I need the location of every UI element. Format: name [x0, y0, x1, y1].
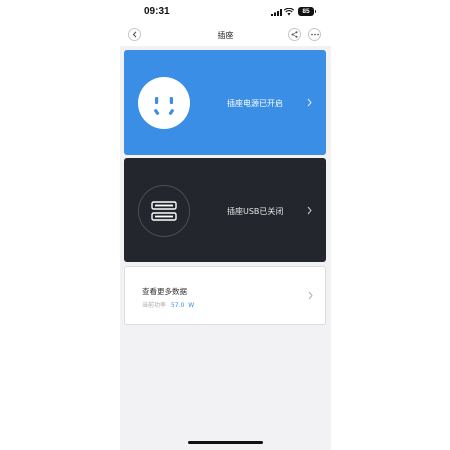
current-power-label: 当前功率	[142, 302, 167, 309]
usb-card[interactable]: 插座USB已关闭	[124, 158, 326, 262]
share-button[interactable]	[288, 28, 301, 41]
battery-icon: 85	[298, 7, 316, 16]
usb-status-label: 插座USB已关闭	[227, 207, 284, 216]
power-socket-icon	[138, 77, 190, 129]
chevron-right-icon	[307, 206, 312, 215]
more-button[interactable]	[308, 28, 321, 41]
current-power-unit: W	[188, 302, 195, 309]
home-indicator[interactable]	[188, 441, 263, 444]
status-time: 09:31	[144, 6, 170, 17]
chevron-right-icon	[308, 291, 313, 300]
usb-port-icon	[138, 185, 190, 237]
power-card[interactable]: 插座电源已开启	[124, 50, 326, 155]
more-data-title: 查看更多数据	[142, 287, 187, 296]
more-data-card[interactable]: 查看更多数据 当前功率 57.0 W	[124, 266, 326, 325]
nav-bar: 插座	[120, 24, 331, 46]
wifi-icon	[284, 8, 294, 16]
app-screen: 09:31 85 插座 插座电源已开启 插座USB已关闭 查看更多数据 当前功率…	[120, 0, 331, 450]
status-bar: 09:31 85	[120, 0, 331, 24]
more-dots-icon	[310, 33, 319, 36]
power-status-label: 插座电源已开启	[227, 99, 283, 108]
current-power-row: 当前功率 57.0 W	[142, 300, 194, 309]
signal-icon	[271, 9, 282, 16]
share-icon	[291, 31, 298, 38]
chevron-right-icon	[307, 98, 312, 107]
current-power-value: 57.0	[170, 302, 185, 309]
